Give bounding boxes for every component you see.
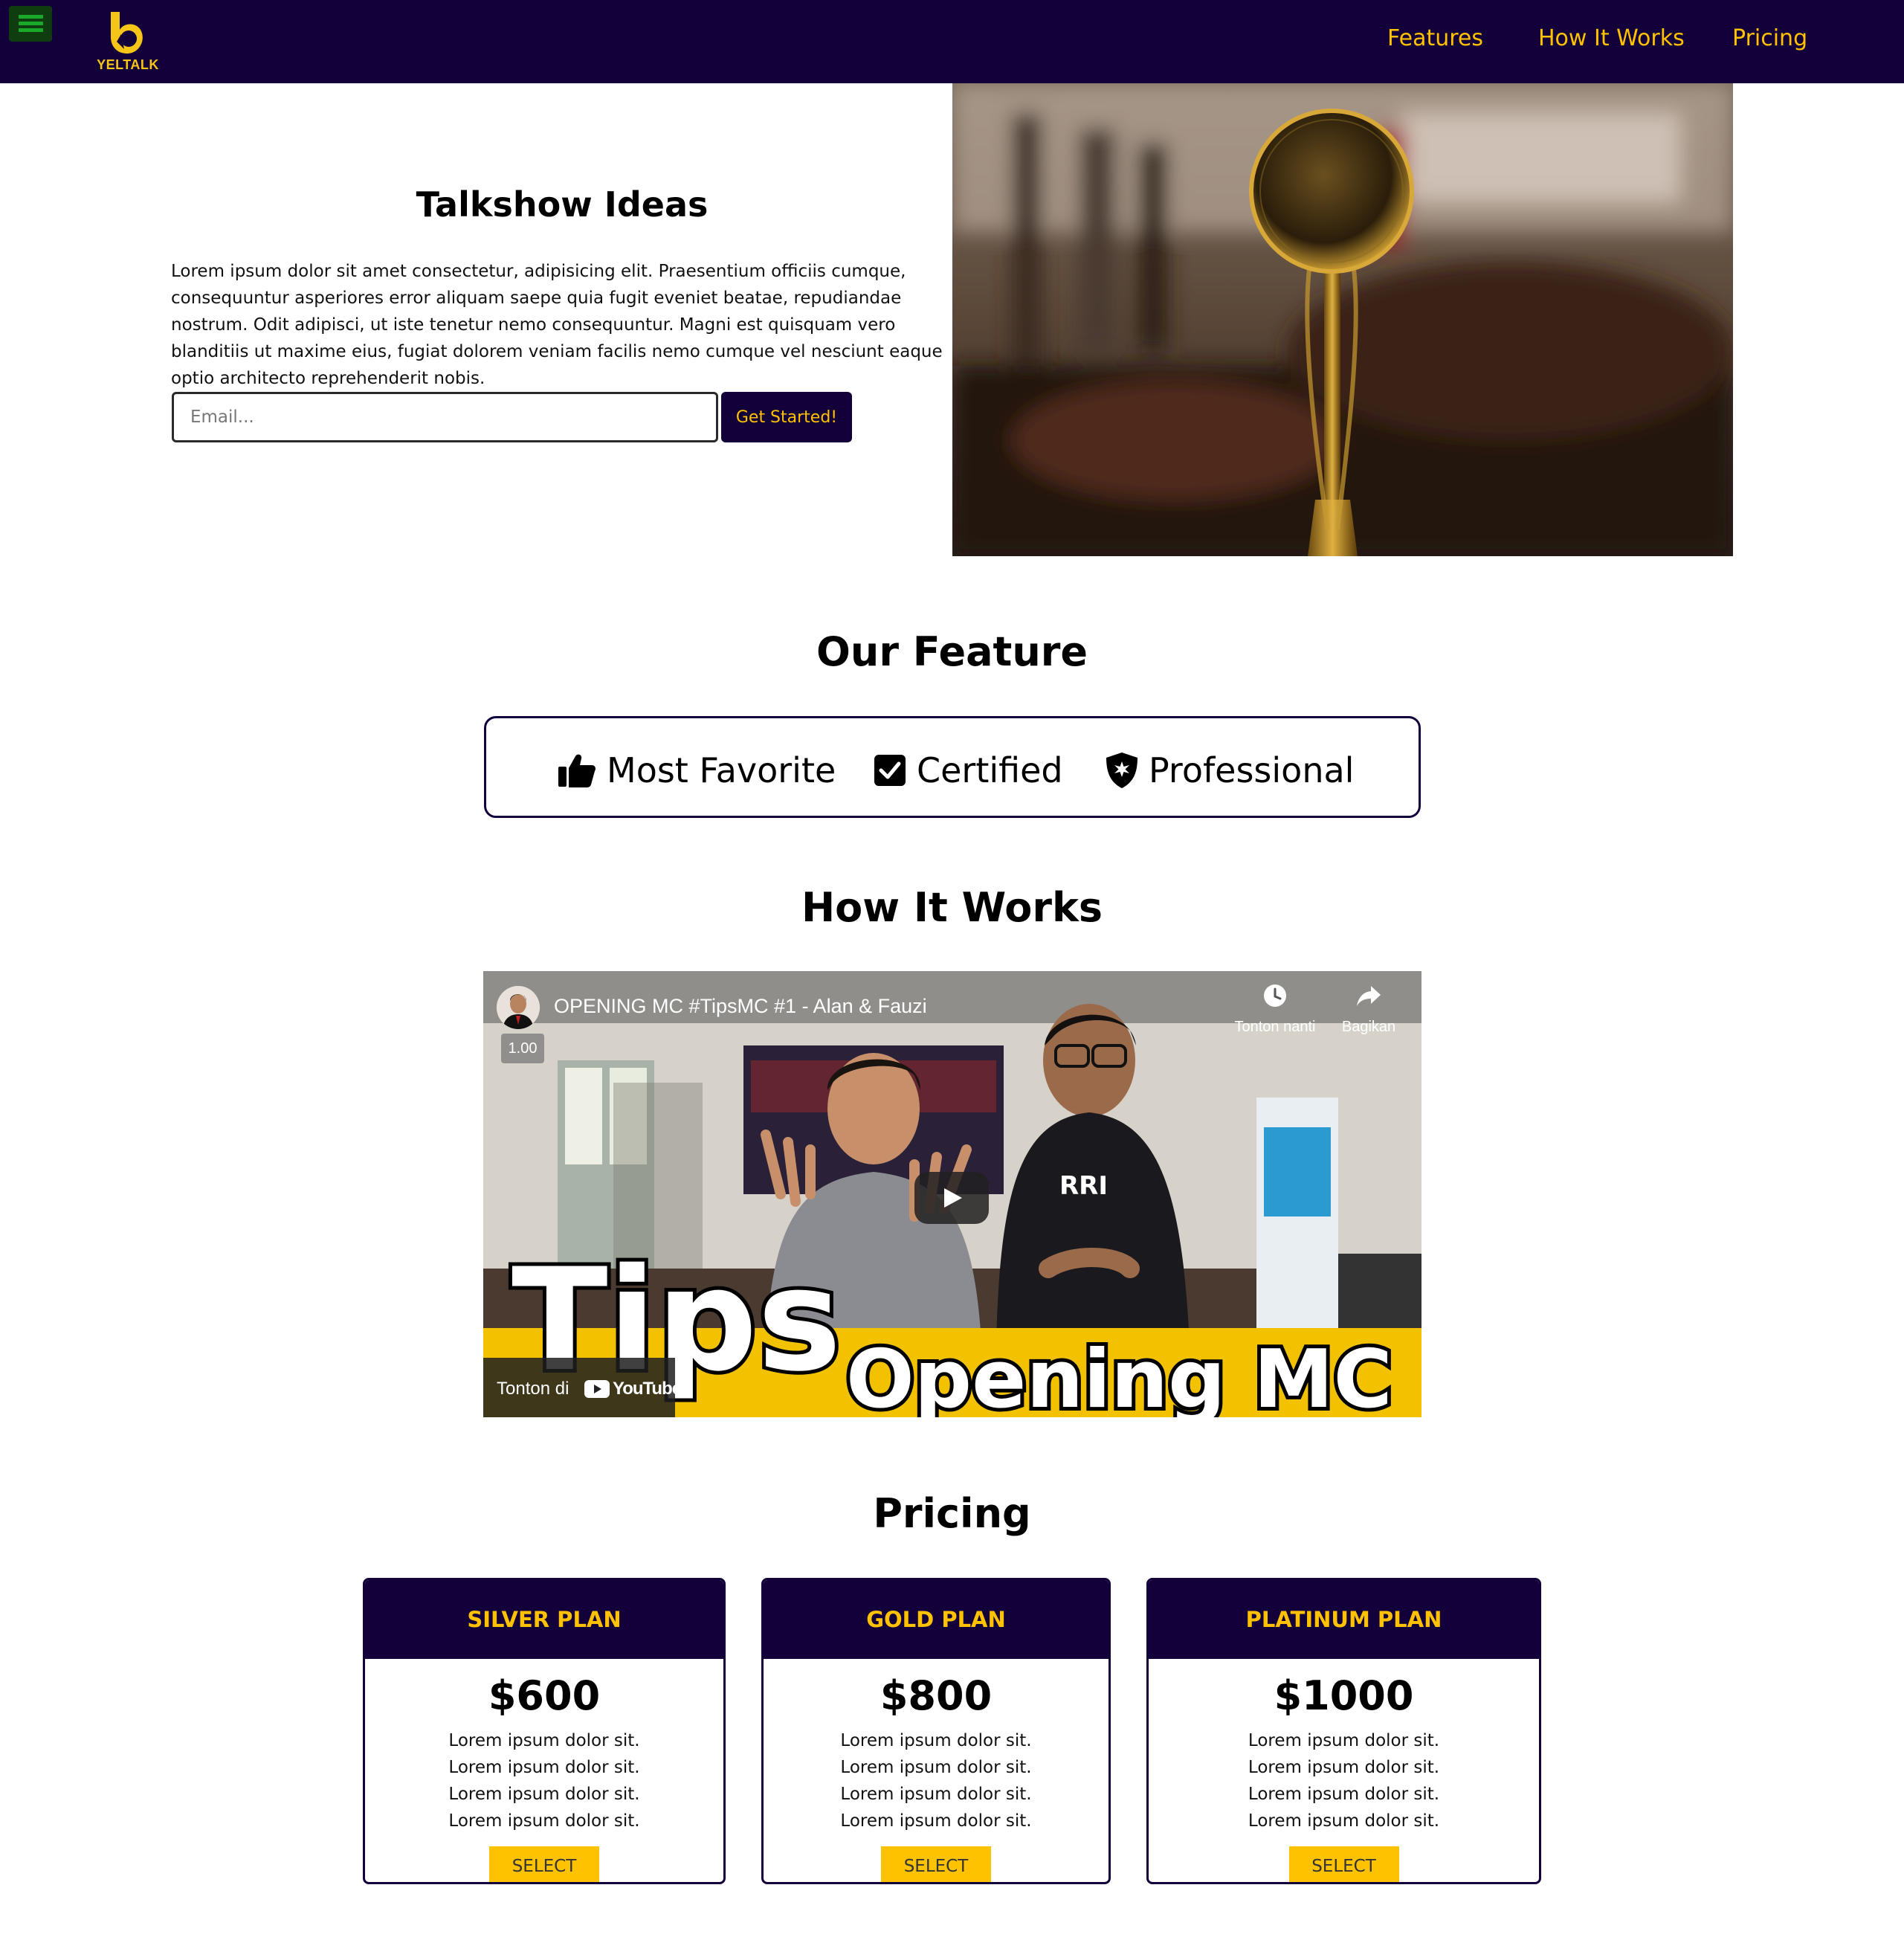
plan-feature-list: Lorem ipsum dolor sit. Lorem ipsum dolor… — [1149, 1727, 1539, 1834]
plan-feature-list: Lorem ipsum dolor sit. Lorem ipsum dolor… — [764, 1727, 1108, 1834]
feature-label: Most Favorite — [607, 750, 836, 790]
list-item: Lorem ipsum dolor sit. — [840, 1731, 1032, 1750]
watch-later-label: Tonton nanti — [1234, 1019, 1316, 1035]
feature-professional: Professional — [1106, 748, 1354, 793]
playback-speed-badge: 1.00 — [501, 1034, 544, 1063]
share-button[interactable]: Bagikan — [1320, 983, 1417, 1036]
feature-label: Certified — [917, 750, 1063, 790]
select-silver-button[interactable]: SELECT — [489, 1846, 599, 1882]
list-item: Lorem ipsum dolor sit. — [448, 1785, 640, 1804]
list-item: Lorem ipsum dolor sit. — [448, 1758, 640, 1777]
avatar-image — [497, 986, 540, 1029]
channel-avatar[interactable] — [497, 986, 540, 1029]
plan-feature-list: Lorem ipsum dolor sit. Lorem ipsum dolor… — [365, 1727, 723, 1834]
pricing-card-silver: SILVER PLAN $600 Lorem ipsum dolor sit. … — [363, 1578, 726, 1884]
list-item: Lorem ipsum dolor sit. — [448, 1731, 640, 1750]
watch-on-label: Tonton di — [497, 1379, 569, 1399]
plan-name: GOLD PLAN — [764, 1580, 1108, 1659]
plan-price: $600 — [488, 1672, 601, 1719]
list-item: Lorem ipsum dolor sit. — [1248, 1758, 1440, 1777]
nav-link-pricing[interactable]: Pricing — [1732, 25, 1807, 51]
email-input[interactable] — [172, 392, 718, 442]
feature-most-favorite: Most Favorite — [558, 748, 836, 793]
thumbs-up-icon — [558, 754, 596, 787]
watch-later-button[interactable]: Tonton nanti — [1227, 983, 1323, 1036]
microphone-image — [952, 83, 1733, 556]
list-item: Lorem ipsum dolor sit. — [840, 1785, 1032, 1804]
share-icon — [1357, 986, 1381, 1006]
plan-name: PLATINUM PLAN — [1149, 1580, 1539, 1659]
pricing-card-platinum: PLATINUM PLAN $1000 Lorem ipsum dolor si… — [1146, 1578, 1541, 1884]
video-overlay-opening-mc: Opening MC — [842, 1332, 1396, 1418]
plan-price: $800 — [880, 1672, 993, 1719]
video-title[interactable]: OPENING MC #TipsMC #1 - Alan & Fauzi — [554, 995, 927, 1018]
share-label: Bagikan — [1341, 1019, 1396, 1035]
video-player[interactable]: RRI OPENING MC #TipsMC #1 - Alan & Fauzi… — [483, 971, 1421, 1417]
navbar: YELTALK Features How It Works Pricing — [0, 0, 1904, 83]
pricing-card-gold: GOLD PLAN $800 Lorem ipsum dolor sit. Lo… — [761, 1578, 1111, 1884]
how-it-works-title: How It Works — [801, 884, 1103, 931]
feature-certified: Certified — [874, 748, 1063, 793]
list-item: Lorem ipsum dolor sit. — [1248, 1811, 1440, 1831]
hero-description: Lorem ipsum dolor sit amet consectetur, … — [171, 262, 943, 388]
list-item: Lorem ipsum dolor sit. — [1248, 1731, 1440, 1750]
shield-icon — [1106, 753, 1137, 788]
yeltalk-logo-icon — [111, 12, 143, 54]
check-square-icon — [874, 755, 906, 786]
hamburger-menu-icon[interactable] — [9, 6, 52, 42]
pricing-title: Pricing — [873, 1490, 1031, 1537]
list-item: Lorem ipsum dolor sit. — [840, 1758, 1032, 1777]
nav-link-how-it-works[interactable]: How It Works — [1538, 25, 1685, 51]
brand-name: YELTALK — [97, 57, 159, 72]
plan-price: $1000 — [1274, 1672, 1414, 1719]
microphone-photo — [952, 83, 1733, 556]
select-platinum-button[interactable]: SELECT — [1288, 1846, 1399, 1882]
feature-label: Professional — [1149, 750, 1355, 790]
clock-icon — [1264, 984, 1286, 1007]
feature-list: Most Favorite Certified Professional — [484, 716, 1421, 818]
brand-logo[interactable]: YELTALK — [94, 7, 161, 74]
youtube-play-icon — [584, 1380, 610, 1398]
get-started-button[interactable]: Get Started! — [721, 392, 852, 442]
youtube-wordmark: YouTube — [613, 1379, 682, 1399]
watch-on-youtube-button[interactable]: Tonton di YouTube — [483, 1358, 682, 1417]
features-title: Our Feature — [816, 628, 1088, 675]
plan-name: SILVER PLAN — [365, 1580, 723, 1659]
list-item: Lorem ipsum dolor sit. — [448, 1811, 640, 1831]
list-item: Lorem ipsum dolor sit. — [840, 1811, 1032, 1831]
list-item: Lorem ipsum dolor sit. — [1248, 1785, 1440, 1804]
hero-title: Talkshow Ideas — [416, 184, 709, 225]
nav-link-features[interactable]: Features — [1387, 25, 1483, 51]
svg-text:RRI: RRI — [1059, 1171, 1108, 1201]
select-gold-button[interactable]: SELECT — [881, 1846, 991, 1882]
